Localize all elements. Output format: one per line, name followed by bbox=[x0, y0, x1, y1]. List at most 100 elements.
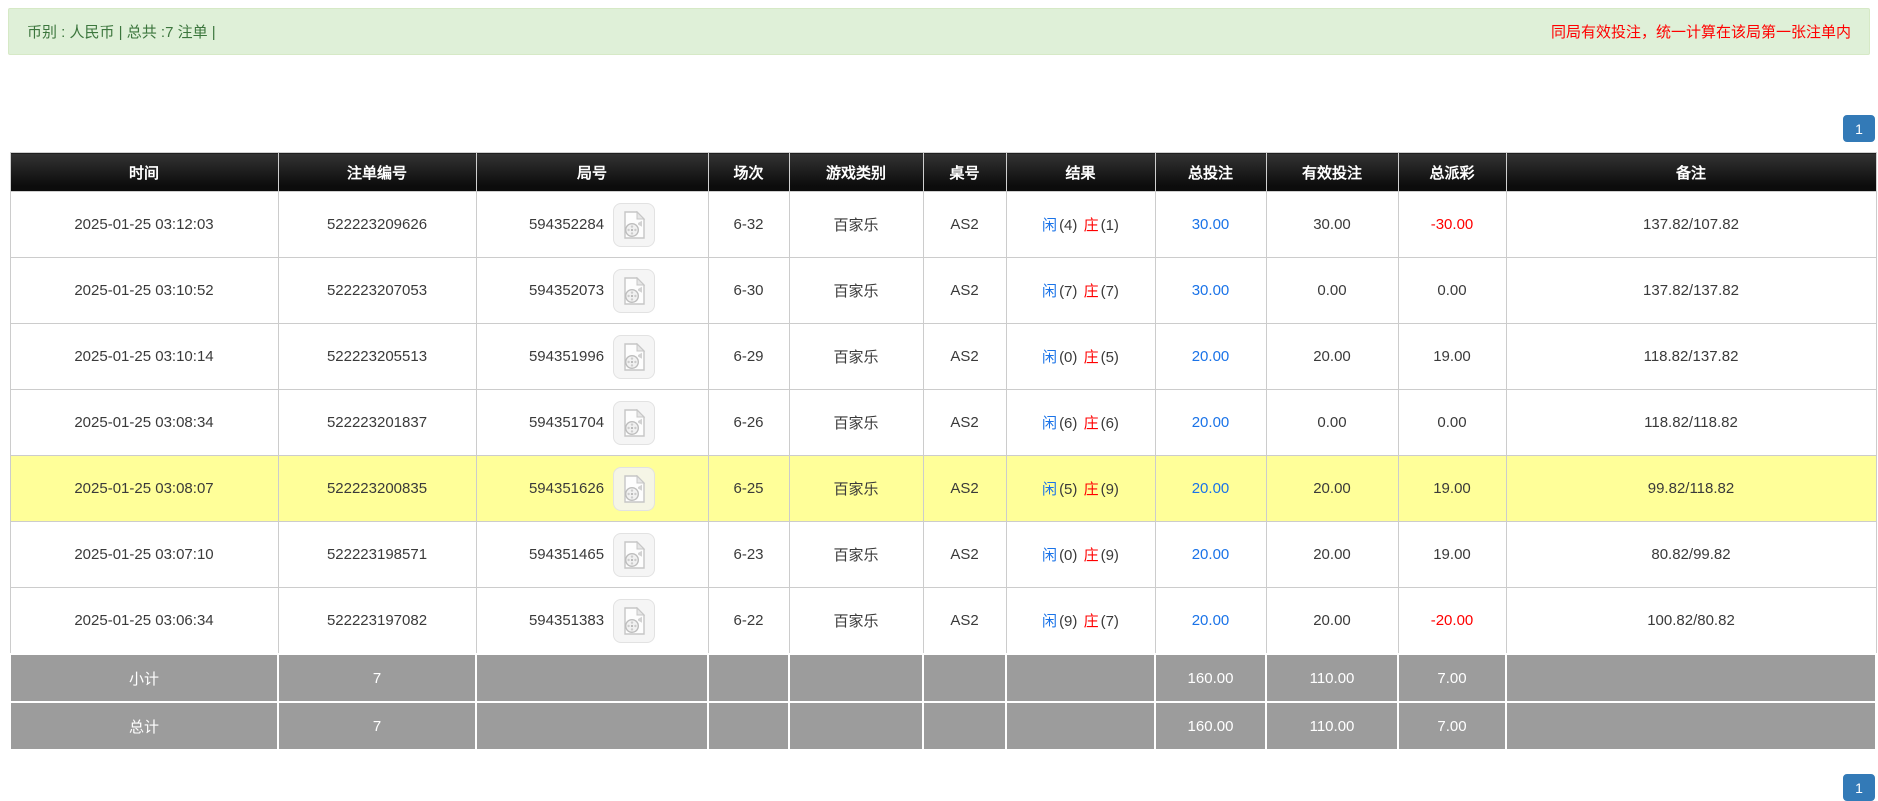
total-row: 总计 7 160.00 110.00 7.00 bbox=[10, 702, 1876, 750]
session-cell: 6-22 bbox=[708, 588, 789, 655]
player-label: 闲 bbox=[1042, 547, 1057, 564]
time-cell: 2025-01-25 03:10:52 bbox=[10, 258, 278, 324]
round-id-text: 594351383 bbox=[529, 612, 604, 629]
table-row: 2025-01-25 03:10:52 522223207053 5943520… bbox=[10, 258, 1876, 324]
video-replay-button[interactable] bbox=[613, 401, 655, 445]
round-id-cell: 594351626 bbox=[476, 456, 708, 522]
time-cell: 2025-01-25 03:08:07 bbox=[10, 456, 278, 522]
total-bet-cell: 20.00 bbox=[1155, 390, 1266, 456]
valid-bet-cell: 30.00 bbox=[1266, 192, 1398, 258]
round-id-cell: 594351383 bbox=[476, 588, 708, 655]
total-payout: 7.00 bbox=[1398, 702, 1506, 750]
session-cell: 6-23 bbox=[708, 522, 789, 588]
payout-cell: 19.00 bbox=[1398, 456, 1506, 522]
header-total-payout: 总派彩 bbox=[1398, 153, 1506, 192]
game-type-cell: 百家乐 bbox=[789, 588, 923, 655]
total-bet-cell: 20.00 bbox=[1155, 324, 1266, 390]
session-cell: 6-26 bbox=[708, 390, 789, 456]
video-record-icon bbox=[622, 343, 646, 371]
video-replay-button[interactable] bbox=[613, 599, 655, 643]
total-valid-bet: 110.00 bbox=[1266, 702, 1398, 750]
table-no-cell: AS2 bbox=[923, 192, 1006, 258]
round-id-text: 594351996 bbox=[529, 348, 604, 365]
valid-bet-cell: 20.00 bbox=[1266, 522, 1398, 588]
table-no-cell: AS2 bbox=[923, 522, 1006, 588]
valid-bet-cell: 20.00 bbox=[1266, 456, 1398, 522]
video-replay-button[interactable] bbox=[613, 269, 655, 313]
currency-summary-bar: 币别 : 人民币 | 总共 :7 注单 | 同局有效投注，统一计算在该局第一张注… bbox=[8, 8, 1870, 55]
result-cell: 闲(5) 庄(9) bbox=[1006, 456, 1155, 522]
round-id-cell: 594351465 bbox=[476, 522, 708, 588]
round-id-cell: 594352284 bbox=[476, 192, 708, 258]
video-record-icon bbox=[622, 277, 646, 305]
player-label: 闲 bbox=[1042, 349, 1057, 366]
result-cell: 闲(0) 庄(5) bbox=[1006, 324, 1155, 390]
round-id-text: 594351465 bbox=[529, 546, 604, 563]
total-bet-cell: 20.00 bbox=[1155, 522, 1266, 588]
remark-cell: 137.82/107.82 bbox=[1506, 192, 1876, 258]
video-replay-button[interactable] bbox=[613, 335, 655, 379]
banker-label: 庄 bbox=[1084, 547, 1099, 564]
total-bet-cell: 20.00 bbox=[1155, 588, 1266, 655]
pagination-page-1-top[interactable]: 1 bbox=[1843, 115, 1875, 142]
result-cell: 闲(0) 庄(9) bbox=[1006, 522, 1155, 588]
bet-records-table: 时间 注单编号 局号 场次 游戏类别 桌号 结果 总投注 有效投注 总派彩 备注… bbox=[9, 152, 1877, 751]
payout-cell: -20.00 bbox=[1398, 588, 1506, 655]
result-cell: 闲(9) 庄(7) bbox=[1006, 588, 1155, 655]
header-bet-id: 注单编号 bbox=[278, 153, 476, 192]
session-cell: 6-25 bbox=[708, 456, 789, 522]
round-id-cell: 594352073 bbox=[476, 258, 708, 324]
video-replay-button[interactable] bbox=[613, 203, 655, 247]
player-label: 闲 bbox=[1042, 415, 1057, 432]
remark-cell: 80.82/99.82 bbox=[1506, 522, 1876, 588]
video-replay-button[interactable] bbox=[613, 467, 655, 511]
payout-cell: 19.00 bbox=[1398, 324, 1506, 390]
player-label: 闲 bbox=[1042, 283, 1057, 300]
table-row: 2025-01-25 03:10:14 522223205513 5943519… bbox=[10, 324, 1876, 390]
table-no-cell: AS2 bbox=[923, 324, 1006, 390]
remark-cell: 100.82/80.82 bbox=[1506, 588, 1876, 655]
game-type-cell: 百家乐 bbox=[789, 258, 923, 324]
bet-id-cell: 522223205513 bbox=[278, 324, 476, 390]
round-id-text: 594352073 bbox=[529, 282, 604, 299]
total-total-bet: 160.00 bbox=[1155, 702, 1266, 750]
bet-id-cell: 522223197082 bbox=[278, 588, 476, 655]
table-no-cell: AS2 bbox=[923, 588, 1006, 655]
video-record-icon bbox=[622, 211, 646, 239]
time-cell: 2025-01-25 03:07:10 bbox=[10, 522, 278, 588]
header-total-bet: 总投注 bbox=[1155, 153, 1266, 192]
total-bet-cell: 30.00 bbox=[1155, 258, 1266, 324]
pagination-page-1-bottom[interactable]: 1 bbox=[1843, 774, 1875, 801]
result-cell: 闲(6) 庄(6) bbox=[1006, 390, 1155, 456]
bet-id-cell: 522223207053 bbox=[278, 258, 476, 324]
header-valid-bet: 有效投注 bbox=[1266, 153, 1398, 192]
player-label: 闲 bbox=[1042, 481, 1057, 498]
table-row: 2025-01-25 03:08:34 522223201837 5943517… bbox=[10, 390, 1876, 456]
table-row: 2025-01-25 03:12:03 522223209626 5943522… bbox=[10, 192, 1876, 258]
result-cell: 闲(7) 庄(7) bbox=[1006, 258, 1155, 324]
time-cell: 2025-01-25 03:08:34 bbox=[10, 390, 278, 456]
time-cell: 2025-01-25 03:06:34 bbox=[10, 588, 278, 655]
header-remark: 备注 bbox=[1506, 153, 1876, 192]
valid-bet-cell: 20.00 bbox=[1266, 324, 1398, 390]
banker-label: 庄 bbox=[1084, 349, 1099, 366]
total-bet-cell: 20.00 bbox=[1155, 456, 1266, 522]
table-no-cell: AS2 bbox=[923, 456, 1006, 522]
round-id-text: 594351626 bbox=[529, 480, 604, 497]
remark-cell: 137.82/137.82 bbox=[1506, 258, 1876, 324]
payout-cell: -30.00 bbox=[1398, 192, 1506, 258]
banker-label: 庄 bbox=[1084, 613, 1099, 630]
bet-id-cell: 522223209626 bbox=[278, 192, 476, 258]
valid-bet-cell: 0.00 bbox=[1266, 390, 1398, 456]
subtotal-total-bet: 160.00 bbox=[1155, 654, 1266, 702]
table-no-cell: AS2 bbox=[923, 390, 1006, 456]
game-type-cell: 百家乐 bbox=[789, 522, 923, 588]
banker-label: 庄 bbox=[1084, 217, 1099, 234]
result-cell: 闲(4) 庄(1) bbox=[1006, 192, 1155, 258]
game-type-cell: 百家乐 bbox=[789, 390, 923, 456]
video-replay-button[interactable] bbox=[613, 533, 655, 577]
table-row-highlighted: 2025-01-25 03:08:07 522223200835 5943516… bbox=[10, 456, 1876, 522]
table-row: 2025-01-25 03:07:10 522223198571 5943514… bbox=[10, 522, 1876, 588]
video-record-icon bbox=[622, 541, 646, 569]
session-cell: 6-30 bbox=[708, 258, 789, 324]
